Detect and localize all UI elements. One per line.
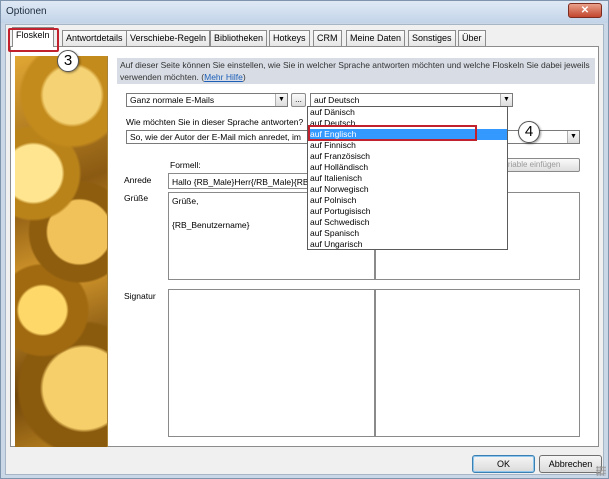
- tab-hotkeys[interactable]: Hotkeys: [269, 30, 310, 46]
- signature-label: Signatur: [124, 291, 156, 301]
- language-option[interactable]: auf Holländisch: [308, 162, 507, 173]
- dialog-client-area: Floskeln Antwortdetails Verschiebe-Regel…: [5, 24, 604, 475]
- callout-english-highlight: [308, 125, 477, 141]
- salutation-label: Anrede: [124, 175, 152, 185]
- chevron-down-icon: ▼: [500, 94, 512, 106]
- close-button[interactable]: ✕: [568, 3, 602, 18]
- callout-badge-4: 4: [518, 121, 540, 143]
- tab-verschiebe-regeln[interactable]: Verschiebe-Regeln: [126, 30, 211, 46]
- email-style-value: Ganz normale E-Mails: [130, 95, 215, 105]
- language-select[interactable]: auf Deutsch ▼: [310, 93, 513, 107]
- chevron-down-icon: ▼: [567, 131, 579, 143]
- language-option[interactable]: auf Italienisch: [308, 173, 507, 184]
- formal-column-label: Formell:: [170, 160, 201, 170]
- signature-formal-field[interactable]: [168, 289, 375, 437]
- tab-antwortdetails[interactable]: Antwortdetails: [62, 30, 127, 46]
- tab-crm[interactable]: CRM: [313, 30, 342, 46]
- gears-decorative-image: [15, 56, 108, 447]
- language-option[interactable]: auf Norwegisch: [308, 184, 507, 195]
- chevron-down-icon: ▼: [275, 94, 287, 106]
- language-option[interactable]: auf Dänisch: [308, 107, 507, 118]
- cancel-button[interactable]: Abbrechen: [539, 455, 602, 473]
- resize-grip[interactable]: [596, 466, 606, 476]
- info-banner: Auf dieser Seite können Sie einstellen, …: [117, 58, 595, 84]
- email-style-select[interactable]: Ganz normale E-Mails ▼: [126, 93, 288, 107]
- info-text: Auf dieser Seite können Sie einstellen, …: [120, 60, 590, 82]
- answer-question-label: Wie möchten Sie in dieser Sprache antwor…: [126, 117, 304, 127]
- tab-sonstiges[interactable]: Sonstiges: [408, 30, 456, 46]
- greeting-label: Grüße: [124, 193, 149, 203]
- salutation-formal-field[interactable]: Hallo {RB_Male}Herr{/RB_Male}{RB: [168, 173, 313, 189]
- tab-meine-daten[interactable]: Meine Daten: [346, 30, 406, 46]
- edit-style-button[interactable]: ...: [291, 93, 306, 107]
- window-title: Optionen: [6, 6, 47, 17]
- signature-informal-field[interactable]: [375, 289, 580, 437]
- tab-ueber[interactable]: Über: [458, 30, 486, 46]
- help-link[interactable]: Mehr Hilfe: [204, 72, 243, 82]
- address-mode-value: So, wie der Autor der E-Mail mich anrede…: [130, 132, 302, 142]
- callout-floskeln-highlight: [8, 28, 59, 52]
- language-option[interactable]: auf Französisch: [308, 151, 507, 162]
- language-option[interactable]: auf Finnisch: [308, 140, 507, 151]
- language-option[interactable]: auf Portugisisch: [308, 206, 507, 217]
- language-option[interactable]: auf Schwedisch: [308, 217, 507, 228]
- language-option[interactable]: auf Ungarisch: [308, 239, 507, 250]
- ok-button[interactable]: OK: [472, 455, 535, 473]
- callout-badge-3: 3: [57, 50, 79, 72]
- title-bar: Optionen ✕: [1, 1, 608, 23]
- options-window: Optionen ✕ Floskeln Antwortdetails Versc…: [0, 0, 609, 479]
- language-option[interactable]: auf Spanisch: [308, 228, 507, 239]
- language-value: auf Deutsch: [314, 95, 360, 105]
- tab-bibliotheken[interactable]: Bibliotheken: [210, 30, 268, 46]
- close-icon: ✕: [580, 5, 590, 16]
- language-option[interactable]: auf Polnisch: [308, 195, 507, 206]
